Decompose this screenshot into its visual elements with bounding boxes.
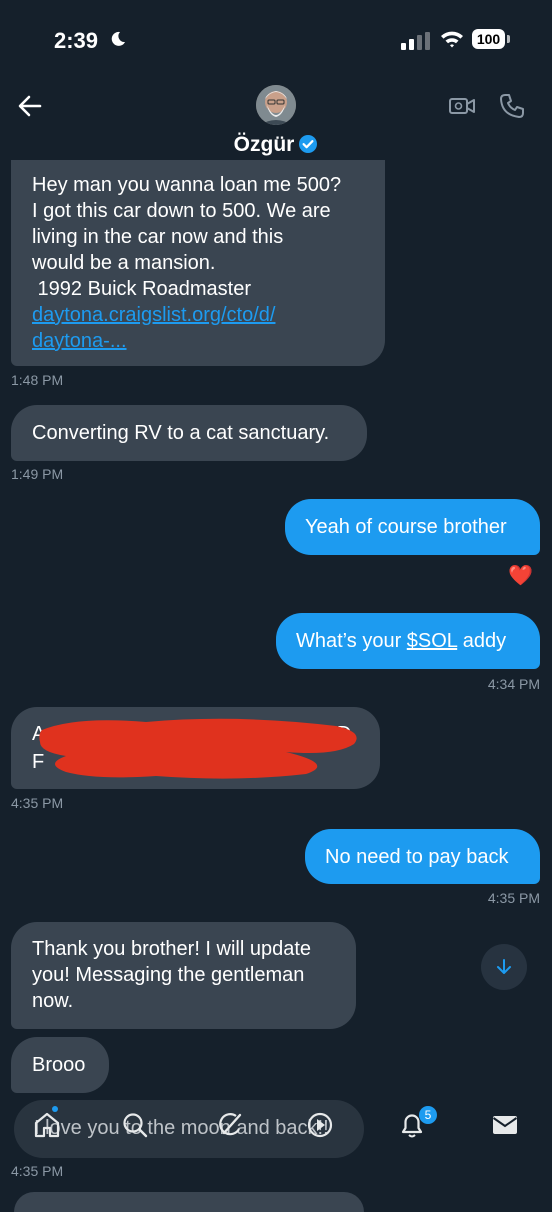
wifi-icon — [441, 31, 463, 48]
video-call-icon[interactable] — [448, 92, 476, 120]
message-link[interactable]: daytona.craigslist.org/cto/d/ — [32, 302, 365, 328]
scroll-to-bottom-button[interactable] — [481, 944, 527, 990]
message-bubble-outgoing[interactable]: Yeah of course brother — [285, 499, 540, 555]
notification-count-badge: 5 — [419, 1106, 437, 1124]
message-line: would be a mansion. — [32, 252, 216, 274]
back-arrow-icon[interactable] — [16, 92, 44, 120]
communities-icon[interactable] — [305, 1110, 335, 1140]
message-line: I got this car down to 500. We are — [32, 200, 331, 222]
search-icon[interactable] — [120, 1110, 150, 1140]
message-timestamp: 1:49 PM — [11, 466, 64, 482]
status-bar: 2:39 100 — [0, 0, 552, 80]
message-bubble-incoming[interactable]: Thank you brother! I will update you! Me… — [11, 922, 356, 1029]
conversation-header: Özgür — [0, 80, 552, 162]
verified-badge-icon — [299, 135, 318, 153]
battery-indicator: 100 — [472, 29, 512, 51]
mail-icon[interactable] — [490, 1110, 520, 1140]
chevron-down-icon — [497, 959, 511, 974]
redaction-scribble — [39, 718, 357, 779]
message-bubble-incoming — [14, 1192, 364, 1212]
message-bubble-outgoing[interactable]: No need to pay back — [305, 829, 540, 884]
home-icon[interactable] — [32, 1110, 62, 1140]
signal-icon — [401, 32, 430, 50]
message-line: Hey man you wanna loan me 500? — [32, 174, 342, 196]
cashtag-link[interactable]: $SOL — [407, 630, 457, 652]
message-line: Thank you brother! I will update — [32, 938, 312, 960]
contact-name-text: Özgür — [233, 133, 295, 156]
message-line: now. — [32, 990, 74, 1012]
message-bubble-incoming[interactable]: Brooo — [11, 1037, 109, 1093]
message-timestamp: 4:34 PM — [487, 676, 540, 692]
message-line: you! Messaging the gentleman — [32, 964, 305, 986]
status-time: 2:39 — [54, 28, 99, 53]
moon-icon — [111, 31, 125, 46]
phone-icon[interactable] — [498, 92, 526, 120]
contact-name[interactable]: Özgür — [0, 133, 552, 157]
bottom-tab-bar — [0, 1100, 552, 1156]
message-text: addy — [457, 630, 507, 652]
heart-reaction[interactable]: ❤️ — [508, 563, 533, 588]
message-line: living in the car now and this — [32, 226, 284, 248]
message-link[interactable]: daytona-... — [32, 328, 127, 354]
message-bubble-incoming[interactable]: Converting RV to a cat sanctuary. — [11, 405, 367, 461]
message-text: Brooo — [32, 1054, 86, 1076]
contact-avatar[interactable] — [256, 85, 296, 125]
message-text: No need to pay back — [325, 846, 509, 868]
home-unread-dot — [52, 1106, 58, 1112]
grok-icon[interactable] — [215, 1110, 245, 1140]
message-bubble-incoming[interactable]: Hey man you wanna loan me 500? I got thi… — [11, 160, 385, 366]
message-bubble-outgoing[interactable]: What’s your $SOL addy — [276, 613, 540, 669]
battery-level: 100 — [472, 29, 505, 49]
message-text: Yeah of course brother — [305, 516, 507, 538]
message-line: 1992 Buick Roadmaster — [32, 278, 252, 300]
message-timestamp: 4:35 PM — [487, 890, 540, 906]
message-timestamp: 4:35 PM — [11, 1163, 64, 1179]
message-timestamp: 1:48 PM — [11, 372, 64, 388]
message-text: What’s your — [296, 630, 407, 652]
message-timestamp: 4:35 PM — [11, 795, 64, 811]
message-text: Converting RV to a cat sanctuary. — [32, 422, 330, 444]
